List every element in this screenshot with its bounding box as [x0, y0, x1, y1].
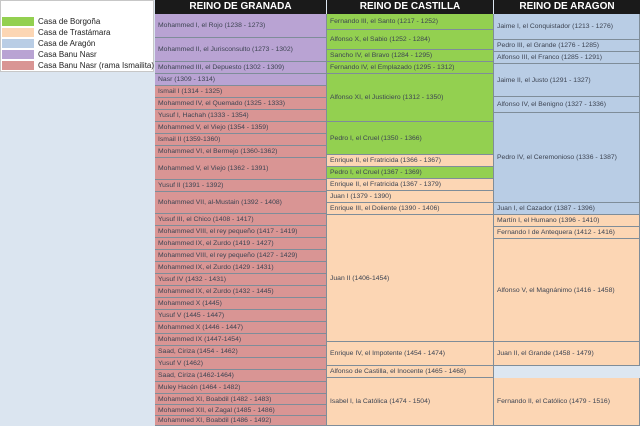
castilla-cell: Alfonso X, el Sabio (1252 - 1284) — [327, 30, 494, 50]
granada-cell: Mohammed VIII, el rey pequeño (1417 - 14… — [155, 226, 327, 238]
castilla-cell: Alfonso XI, el Justiciero (1312 - 1350) — [327, 74, 494, 122]
castilla-cell: Isabel I, la Católica (1474 - 1504) — [327, 378, 494, 426]
legend-label: Casa Banu Nasr — [38, 50, 97, 59]
aragon-cell: Pedro IV, el Ceremonioso (1336 - 1387) — [494, 113, 640, 203]
header-castilla: REINO DE CASTILLA — [327, 0, 493, 14]
legend-item-banu-nasr-ismailita: Casa Banu Nasr (rama Ismailita) — [0, 60, 155, 71]
granada-cell: Yusuf I, Hachah (1333 - 1354) — [155, 110, 327, 122]
granada-cell: Saad, Ciriza (1454 - 1462) — [155, 346, 327, 358]
castilla-cell: Sancho IV, el Bravo (1284 - 1295) — [327, 50, 494, 62]
granada-cell: Mohammed V, el Viejo (1354 - 1359) — [155, 122, 327, 134]
granada-cell: Mohammed IX (1447-1454) — [155, 334, 327, 346]
granada-cell: Yusuf III, el Chico (1408 - 1417) — [155, 214, 327, 226]
granada-cell: Mohammed V, el Viejo (1362 - 1391) — [155, 158, 327, 180]
granada-cell: Yusuf IV (1432 - 1431) — [155, 274, 327, 286]
header-aragon: REINO DE ARAGON — [494, 0, 640, 14]
legend-label: Casa Banu Nasr (rama Ismailita) — [38, 61, 155, 70]
granada-cell: Mohammed XI, Boabdil (1486 - 1492) — [155, 416, 327, 426]
legend-label: Casa de Borgoña — [38, 17, 101, 26]
kingdoms-table: REINO DE GRANADA REINO DE CASTILLA REINO… — [155, 0, 640, 426]
granada-cell: Mohammed IX, el Zurdo (1432 - 1445) — [155, 286, 327, 298]
granada-cell: Mohammed IX, el Zurdo (1429 - 1431) — [155, 262, 327, 274]
castilla-cell: Enrique IV, el Impotente (1454 - 1474) — [327, 342, 494, 366]
granada-cell: Yusuf II (1391 - 1392) — [155, 180, 327, 192]
legend-swatch — [2, 39, 34, 48]
castilla-cell: Enrique III, el Doliente (1390 - 1406) — [327, 203, 494, 215]
granada-cell: Mohammed I, el Rojo (1238 - 1273) — [155, 14, 327, 38]
aragon-cell: Fernando I de Antequera (1412 - 1416) — [494, 227, 640, 239]
castilla-cell: Enrique II, el Fratricida (1366 - 1367) — [327, 155, 494, 167]
granada-cell: Mohammed IV, el Quemado (1325 - 1333) — [155, 98, 327, 110]
legend-panel: Casa de Borgoña Casa de Trastámara Casa … — [0, 0, 155, 426]
granada-cell: Muley Hacén (1464 - 1482) — [155, 382, 327, 394]
legend-label: Casa de Aragón — [38, 39, 96, 48]
granada-cell: Ismail I (1314 - 1325) — [155, 86, 327, 98]
castilla-cell: Pedro I, el Cruel (1350 - 1366) — [327, 122, 494, 155]
granada-cell: Mohammed X (1446 - 1447) — [155, 322, 327, 334]
granada-cell: Nasr (1309 - 1314) — [155, 74, 327, 86]
castilla-cell: Enrique II, el Fratricida (1367 - 1379) — [327, 179, 494, 191]
legend-item-borgona: Casa de Borgoña — [0, 16, 155, 27]
legend-item-aragon: Casa de Aragón — [0, 38, 155, 49]
legend-item-trastamara: Casa de Trastámara — [0, 27, 155, 38]
granada-cell: Mohammed VII, al-Mustain (1392 - 1408) — [155, 192, 327, 214]
aragon-cell: Juan II, el Grande (1458 - 1479) — [494, 342, 640, 366]
granada-cell: Mohammed VI, el Bermejo (1360-1362) — [155, 146, 327, 158]
castilla-cell: Fernando IV, el Emplazado (1295 - 1312) — [327, 62, 494, 74]
legend-label: Casa de Trastámara — [38, 28, 111, 37]
granada-cell: Mohammed XI, Boabdil (1482 - 1483) — [155, 394, 327, 405]
legend-swatch — [2, 50, 34, 59]
castilla-cell: Juan II (1406-1454) — [327, 215, 494, 342]
aragon-cell: Juan I, el Cazador (1387 - 1396) — [494, 203, 640, 215]
castilla-cell: Pedro I, el Cruel (1367 - 1369) — [327, 167, 494, 179]
granada-cell: Ismail II (1359-1360) — [155, 134, 327, 146]
granada-cell: Yusuf V (1445 - 1447) — [155, 310, 327, 322]
castilla-cell: Fernando III, el Santo (1217 - 1252) — [327, 14, 494, 30]
castilla-cell: Alfonso de Castilla, el Inocente (1465 -… — [327, 366, 494, 378]
aragon-cell: Martín I, el Humano (1396 - 1410) — [494, 215, 640, 227]
legend-swatch — [2, 28, 34, 37]
aragon-cell: Jaime I, el Conquistador (1213 - 1276) — [494, 14, 640, 40]
header-granada: REINO DE GRANADA — [155, 0, 326, 14]
aragon-cell: Fernando II, el Católico (1479 - 1516) — [494, 378, 640, 426]
granada-cell: Mohammed VIII, el rey pequeño (1427 - 14… — [155, 250, 327, 262]
legend-swatch — [2, 17, 34, 26]
granada-cell: Mohammed X (1445) — [155, 298, 327, 310]
granada-cell: Mohammed II, el Jurisconsulto (1273 - 13… — [155, 38, 327, 62]
granada-cell: Yusuf V (1462) — [155, 358, 327, 370]
castilla-cell: Juan I (1379 - 1390) — [327, 191, 494, 203]
aragon-cell: Jaime II, el Justo (1291 - 1327) — [494, 64, 640, 97]
aragon-cell: Alfonso III, el Franco (1285 - 1291) — [494, 52, 640, 64]
aragon-cell: Alfonso IV, el Benigno (1327 - 1336) — [494, 97, 640, 113]
granada-cell: Mohammed IX, el Zurdo (1419 - 1427) — [155, 238, 327, 250]
granada-cell: Mohammed III, el Depuesto (1302 - 1309) — [155, 62, 327, 74]
granada-cell: Mohammed XII, el Zagal (1485 - 1486) — [155, 405, 327, 416]
aragon-cell: Pedro III, el Grande (1276 - 1285) — [494, 40, 640, 52]
granada-cell: Saad, Ciriza (1462-1464) — [155, 370, 327, 382]
legend-item-banu-nasr: Casa Banu Nasr — [0, 49, 155, 60]
aragon-cell: Alfonso V, el Magnánimo (1416 - 1458) — [494, 239, 640, 342]
legend-swatch — [2, 61, 34, 70]
